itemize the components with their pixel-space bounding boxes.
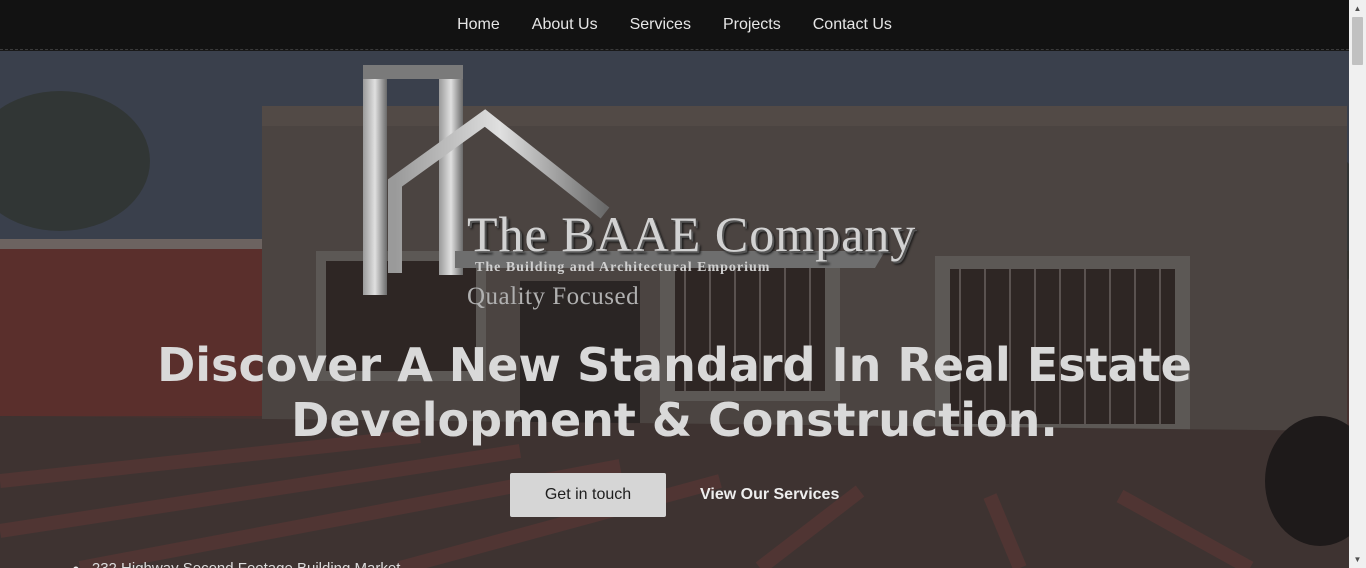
hero-section: The BAAE Company The Building and Archit… xyxy=(0,51,1349,568)
logo-tagline: Quality Focused xyxy=(467,283,640,310)
nav-contact-link[interactable]: Contact Us xyxy=(797,16,908,34)
top-navbar: Home About Us Services Projects Contact … xyxy=(0,0,1349,50)
nav-about-link[interactable]: About Us xyxy=(516,16,614,34)
view-services-button[interactable]: View Our Services xyxy=(690,473,849,517)
page-scrollbar[interactable]: ▲ ▼ xyxy=(1349,0,1366,568)
hero-headline-line2: Development & Construction. xyxy=(291,393,1058,447)
scroll-thumb[interactable] xyxy=(1352,17,1363,65)
nav-projects-link[interactable]: Projects xyxy=(707,16,797,34)
address-text: 232 Highway Second Footage Building Mark… xyxy=(92,560,401,568)
get-in-touch-button[interactable]: Get in touch xyxy=(510,473,666,517)
hero-headline-line1: Discover A New Standard In Real Estate xyxy=(157,338,1192,392)
address-line: ● 232 Highway Second Footage Building Ma… xyxy=(72,560,400,568)
company-logo: The BAAE Company The Building and Archit… xyxy=(355,63,1015,310)
location-pin-icon: ● xyxy=(72,561,80,568)
logo-company-name: The BAAE Company xyxy=(467,206,917,262)
nav-home-link[interactable]: Home xyxy=(441,16,516,34)
nav-services-link[interactable]: Services xyxy=(614,16,707,34)
scroll-up-arrow-icon[interactable]: ▲ xyxy=(1349,0,1366,17)
scroll-down-arrow-icon[interactable]: ▼ xyxy=(1349,551,1366,568)
page-viewport: Home About Us Services Projects Contact … xyxy=(0,0,1349,568)
logo-subtitle: The Building and Architectural Emporium xyxy=(475,260,771,275)
hero-headline: Discover A New Standard In Real Estate D… xyxy=(0,338,1349,448)
